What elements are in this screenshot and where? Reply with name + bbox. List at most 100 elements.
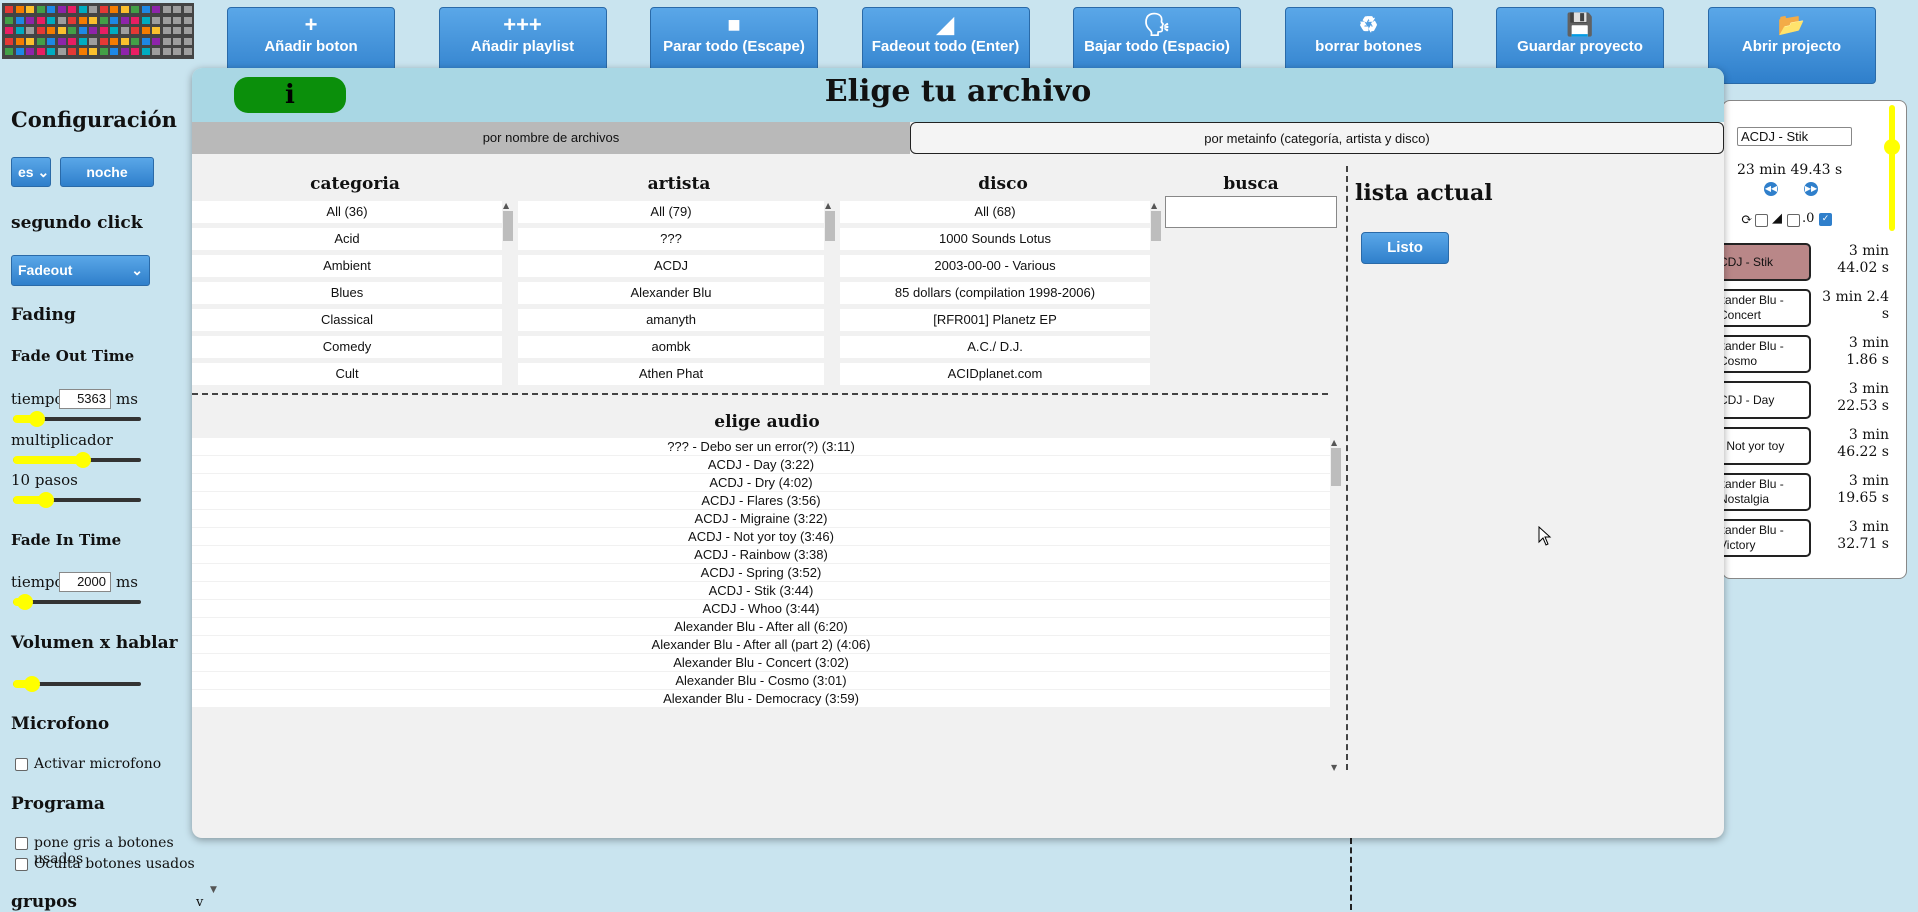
gray-used-checkbox[interactable] [15,837,28,850]
playlist-track-button[interactable]: xander Blu - Nostalgia [1713,473,1811,511]
audio-item[interactable]: Alexander Blu - After all (part 2) (4:06… [192,636,1330,653]
audio-item[interactable]: ACDJ - Not yor toy (3:46) [192,528,1330,545]
playlist-add-icon: +++ [503,12,542,37]
offset-checkbox[interactable] [1787,214,1800,227]
mic-checkbox[interactable] [15,758,28,771]
volume-slider[interactable] [13,676,141,692]
list-item[interactable]: Acid [192,228,502,250]
loop-checkbox[interactable] [1755,214,1768,227]
toolbar-button-label: Guardar proyecto [1517,38,1643,55]
playlist-track-button[interactable]: CDJ - Day [1713,381,1811,419]
artist-heading: artista [647,174,711,194]
audio-item[interactable]: ACDJ - Spring (3:52) [192,564,1330,581]
list-item[interactable]: aombk [518,336,824,358]
list-item[interactable]: 85 dollars (compilation 1998-2006) [840,282,1150,304]
slider-knob[interactable] [74,452,91,468]
slider-knob[interactable] [17,594,34,610]
scroll-down-arrow-icon[interactable]: ▼ [1331,764,1337,772]
auto-next-checkbox[interactable]: ✓ [1819,213,1832,226]
playlist-track-button[interactable]: xander Blu - Concert [1713,289,1811,327]
list-item[interactable]: A.C./ D.J. [840,336,1150,358]
playlist-row: xander Blu - Victory 3 min 32.71 s [1713,519,1893,563]
list-item[interactable]: 2003-00-00 - Various [840,255,1150,277]
steps-slider[interactable] [13,492,141,508]
list-item[interactable]: All (36) [192,201,502,223]
playlist-track-button[interactable]: xander Blu - Victory [1713,519,1811,557]
fade-in-time-slider[interactable] [13,594,141,610]
loop-icon[interactable]: ⟳ [1741,212,1753,228]
list-item[interactable]: Classical [192,309,502,331]
language-select[interactable]: es ⌄ [11,157,51,187]
night-mode-button[interactable]: noche [60,157,154,187]
slider-knob[interactable] [37,492,54,508]
toolbar-button-label: Fadeout todo (Enter) [871,38,1020,55]
fade-out-time-slider[interactable] [13,411,141,427]
list-item[interactable]: Athen Phat [518,363,824,385]
list-item[interactable]: Cult [192,363,502,385]
list-item[interactable]: Blues [192,282,502,304]
mouse-pointer-icon [1538,526,1552,546]
scroll-thumb[interactable] [1331,448,1341,486]
fast-forward-icon[interactable]: ▶▶ [1804,182,1818,196]
list-item[interactable]: [RFR001] Planetz EP [840,309,1150,331]
list-item[interactable]: ??? [518,228,824,250]
scroll-thumb[interactable] [503,211,513,241]
scroll-down-arrow-icon[interactable]: ▼ [210,885,217,895]
audio-item[interactable]: ACDJ - Flares (3:56) [192,492,1330,509]
list-item[interactable]: All (79) [518,201,824,223]
fader-knob[interactable] [1884,139,1900,155]
toolbar-button-label: Parar todo (Escape) [663,38,805,55]
scroll-thumb[interactable] [825,211,835,241]
tab-by-metainfo[interactable]: por metainfo (categoría, artista y disco… [910,122,1724,154]
list-item[interactable]: Ambient [192,255,502,277]
audio-item[interactable]: ACDJ - Day (3:22) [192,456,1330,473]
list-item[interactable]: ACDJ [518,255,824,277]
playlist-track-button[interactable]: xander Blu - Cosmo [1713,335,1811,373]
list-item[interactable]: amanyth [518,309,824,331]
slider-knob[interactable] [28,411,45,427]
audio-item[interactable]: ACDJ - Stik (3:44) [192,582,1330,599]
list-item[interactable]: Comedy [192,336,502,358]
tab-by-filename[interactable]: por nombre de archivos [192,122,910,154]
rewind-icon[interactable]: ◀◀ [1764,182,1778,196]
search-input[interactable] [1165,196,1337,228]
scroll-up-arrow-icon[interactable]: ▲ [503,202,509,210]
toolbar-button-label: borrar botones [1315,38,1422,55]
fade-in-time-input[interactable]: 2000 [59,572,111,592]
audio-item[interactable]: ACDJ - Rainbow (3:38) [192,546,1330,563]
audio-item[interactable]: Alexander Blu - Concert (3:02) [192,654,1330,671]
audio-item[interactable]: ACDJ - Dry (4:02) [192,474,1330,491]
scroll-up-arrow-icon[interactable]: ▲ [1151,202,1157,210]
audio-item[interactable]: ACDJ - Migraine (3:22) [192,510,1330,527]
list-item[interactable]: All (68) [840,201,1150,223]
list-item[interactable]: ACIDplanet.com [840,363,1150,385]
fadeout-icon: ◢ [937,12,954,37]
playlist-row: CDJ - Day 3 min 22.53 s [1713,381,1893,425]
volume-fader[interactable] [1884,105,1900,231]
toolbar-button-folder-open[interactable]: 📂 Abrir projecto [1707,7,1876,84]
groups-toggle[interactable]: v [196,895,203,910]
hide-used-checkbox[interactable] [15,858,28,871]
scroll-up-arrow-icon[interactable]: ▲ [1331,439,1337,447]
playlist-track-button[interactable]: CDJ - Stik [1713,243,1811,281]
current-track-field[interactable]: ACDJ - Stik [1737,127,1852,146]
audio-item[interactable]: Alexander Blu - Cosmo (3:01) [192,672,1330,689]
audio-item[interactable]: ??? - Debo ser un error(?) (3:11) [192,438,1330,455]
scroll-up-arrow-icon[interactable]: ▲ [825,202,831,210]
audio-item[interactable]: ACDJ - Whoo (3:44) [192,600,1330,617]
audio-scrollbar[interactable]: ▲ ▼ [1330,438,1342,772]
audio-item[interactable]: Alexander Blu - Democracy (3:59) [192,690,1330,707]
playlist-track-label: CDJ - Stik [1719,254,1773,269]
audio-item[interactable]: Alexander Blu - After all (6:20) [192,618,1330,635]
second-click-select[interactable]: Fadeout ⌄ [11,255,150,286]
list-item[interactable]: Alexander Blu [518,282,824,304]
scroll-thumb[interactable] [1151,211,1161,241]
multiplier-slider[interactable] [13,452,141,468]
slider-knob[interactable] [24,676,41,692]
list-item[interactable]: 1000 Sounds Lotus [840,228,1150,250]
playlist-track-button[interactable]: - Not yor toy [1713,427,1811,465]
audio-list[interactable]: ??? - Debo ser un error(?) (3:11) ACDJ - … [192,438,1330,772]
fade-out-time-input[interactable]: 5363 [59,389,111,409]
save-icon: 💾 [1566,12,1594,37]
done-button[interactable]: Listo [1361,232,1449,264]
